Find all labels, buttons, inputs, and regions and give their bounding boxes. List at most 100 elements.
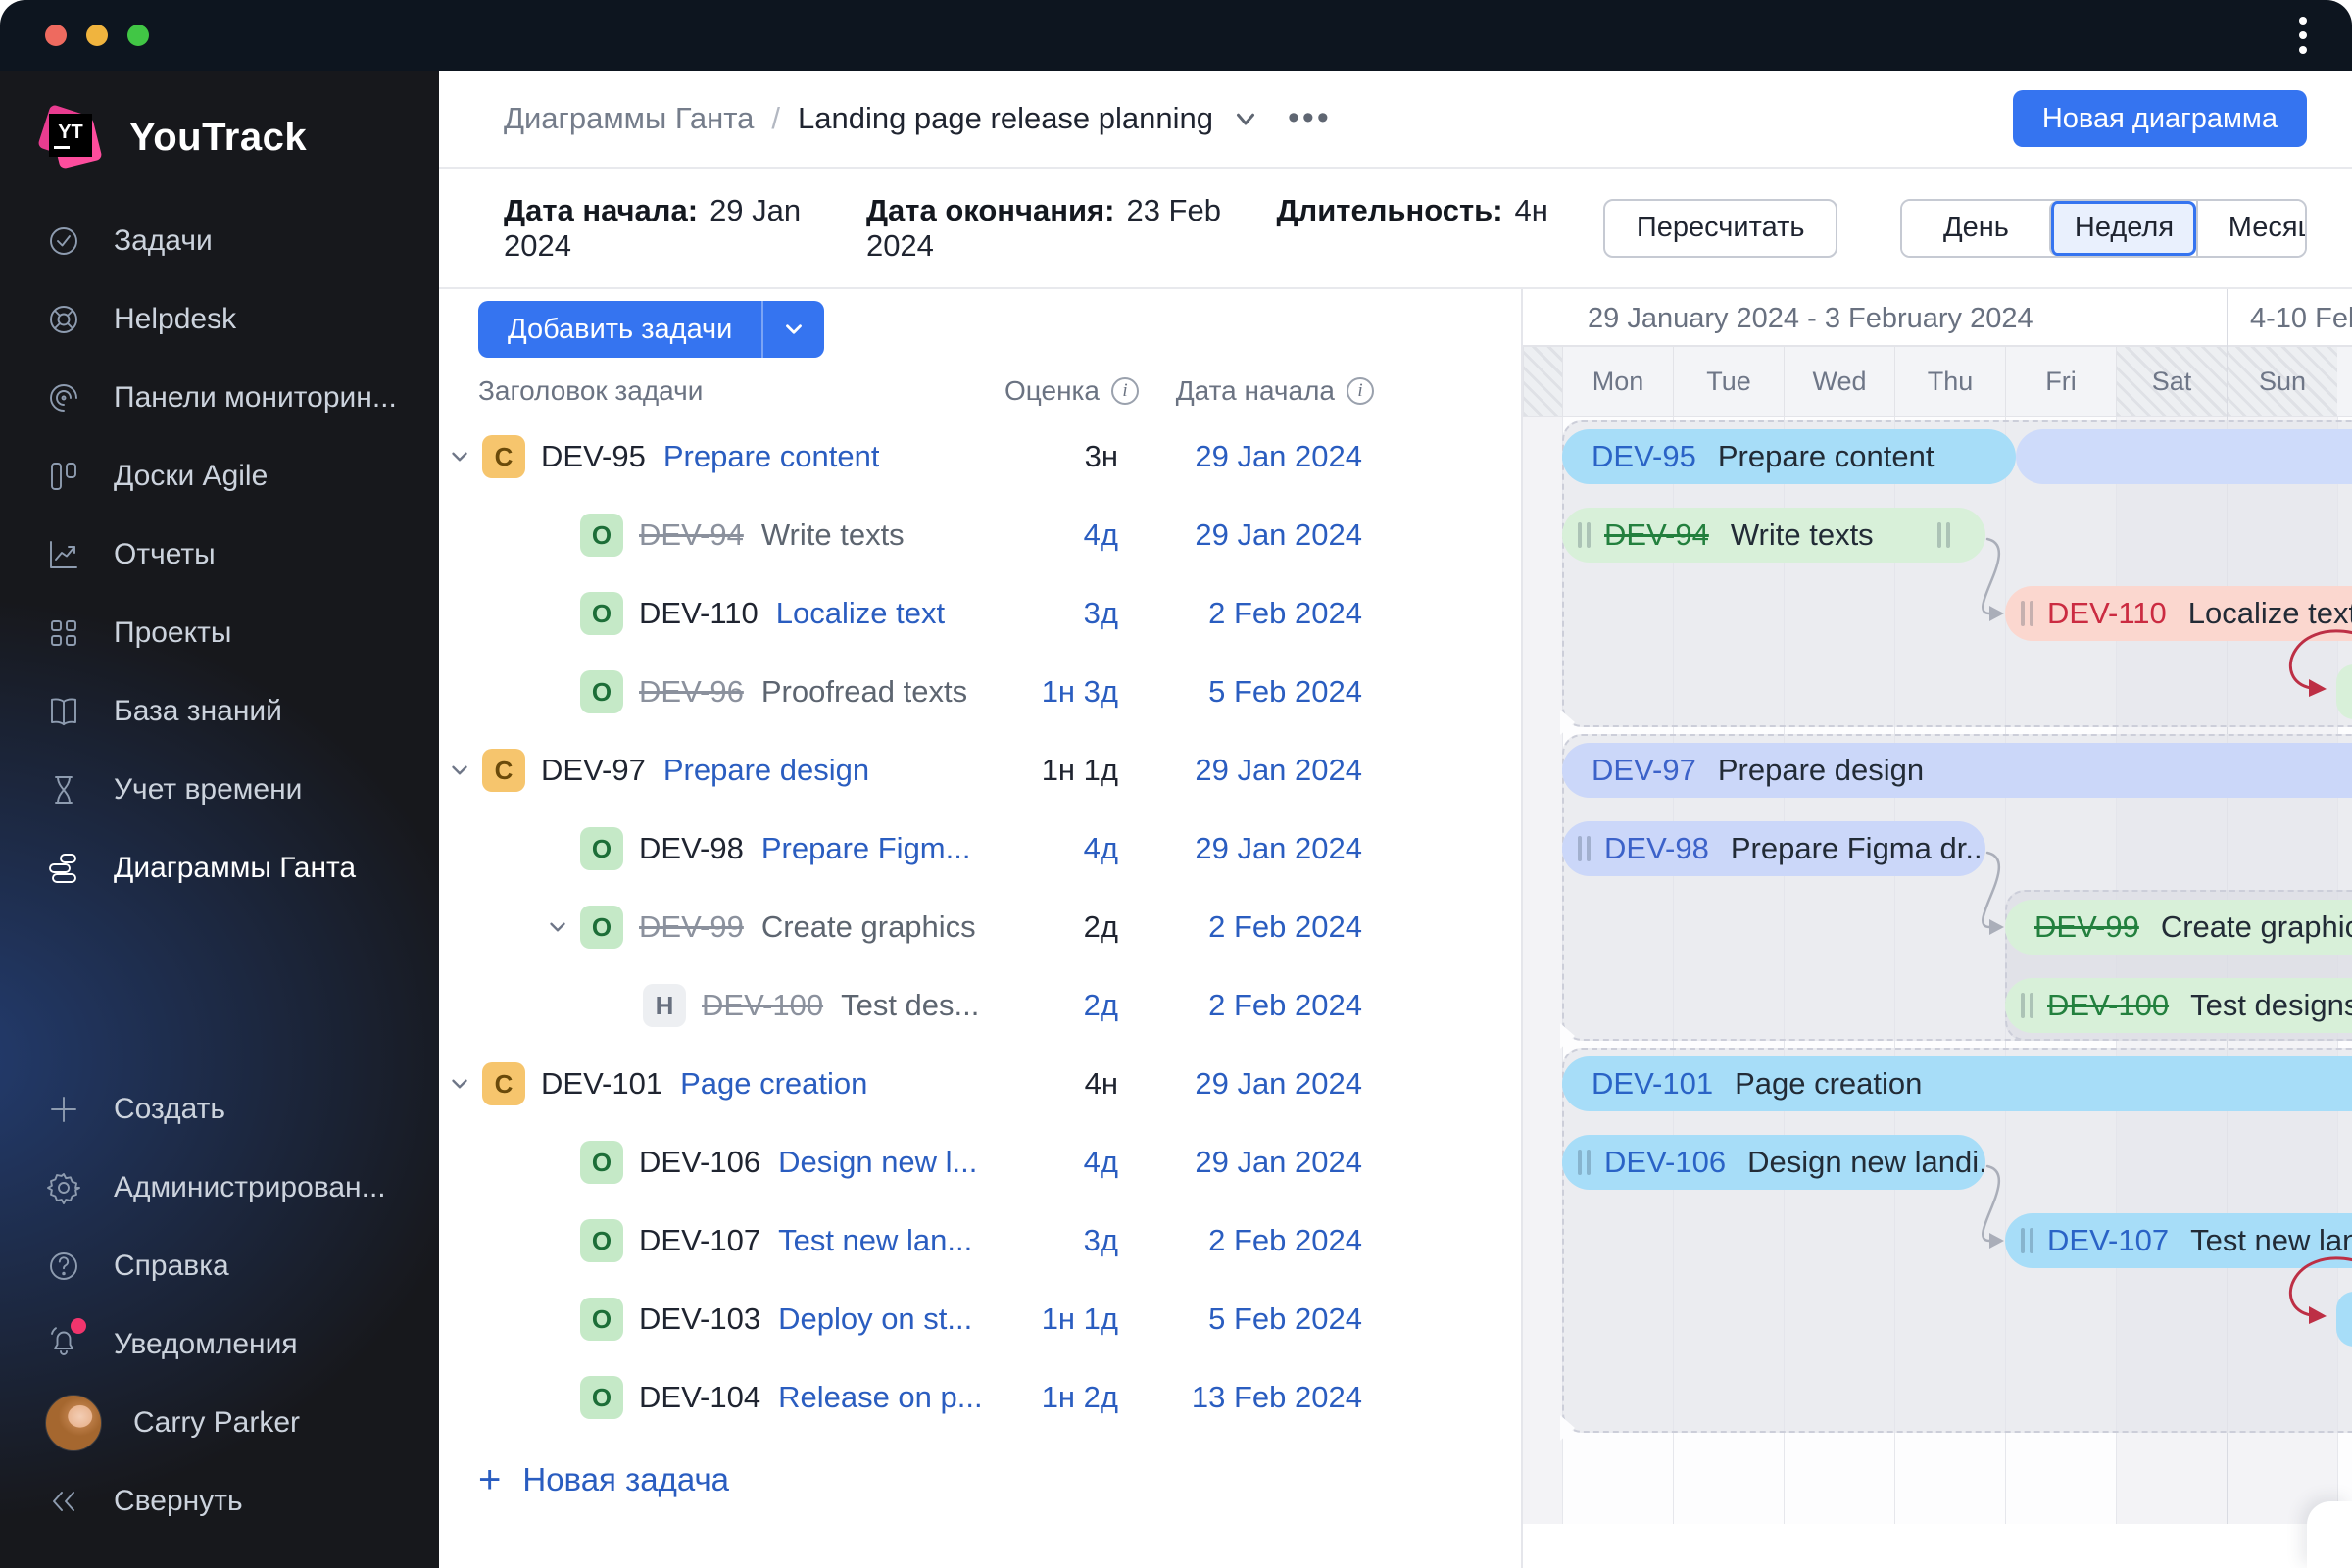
user-profile-item[interactable]: Carry Parker [0, 1384, 439, 1462]
issue-estimate[interactable]: 3д [1084, 596, 1118, 631]
sidebar-item-0[interactable]: Задачи [0, 202, 439, 280]
issue-start-date[interactable]: 2 Feb 2024 [1208, 1223, 1362, 1258]
view-switch-0[interactable]: День [1902, 200, 2050, 256]
gantt-bar-dev-106[interactable]: DEV-106 Design new landi... [1562, 1135, 1985, 1190]
close-window-button[interactable] [45, 24, 67, 46]
column-header-start-date[interactable]: Дата начала i [1176, 375, 1374, 407]
expand-chevron-icon[interactable] [447, 444, 482, 469]
more-options-icon[interactable]: ••• [1288, 102, 1332, 134]
add-tasks-button[interactable]: Добавить задачи [478, 301, 762, 358]
gantt-bar-dev-98[interactable]: DEV-98 Prepare Figma dr... [1562, 821, 1985, 876]
issue-start-date[interactable]: 2 Feb 2024 [1208, 988, 1362, 1023]
issue-title-link[interactable]: Proofread texts [761, 674, 967, 710]
issue-id[interactable]: DEV-110 [639, 596, 759, 631]
issue-start-date[interactable]: 29 Jan 2024 [1195, 1066, 1362, 1102]
chevron-down-icon[interactable] [1231, 104, 1260, 133]
sidebar-item-5[interactable]: Проекты [0, 594, 439, 672]
issue-title-link[interactable]: Localize text [776, 596, 945, 631]
new-task-button[interactable]: + Новая задача [478, 1460, 729, 1499]
issue-start-date[interactable]: 29 Jan 2024 [1195, 1145, 1362, 1180]
issue-id[interactable]: DEV-100 [702, 988, 823, 1023]
issue-title-link[interactable]: Prepare content [663, 439, 880, 474]
gantt-bar-dev-99[interactable]: DEV-99 Create graphics [2005, 900, 2352, 955]
issue-start-date[interactable]: 29 Jan 2024 [1195, 517, 1362, 553]
issue-title-link[interactable]: Design new l... [778, 1145, 977, 1180]
gantt-bar-dev-107[interactable]: DEV-107 Test new landi [2005, 1213, 2352, 1268]
issue-estimate[interactable]: 1н 1д [1042, 1301, 1118, 1337]
new-diagram-button[interactable]: Новая диаграмма [2012, 90, 2307, 147]
gantt-bar-dev-110[interactable]: DEV-110 Localize text [2005, 586, 2352, 641]
issue-type-badge[interactable]: H [643, 984, 686, 1027]
issue-estimate[interactable]: 4д [1084, 1145, 1118, 1180]
issue-type-badge[interactable]: O [580, 514, 623, 557]
issue-title-link[interactable]: Prepare Figm... [761, 831, 971, 866]
minimize-window-button[interactable] [86, 24, 108, 46]
issue-start-date[interactable]: 5 Feb 2024 [1208, 1301, 1362, 1337]
issue-estimate[interactable]: 3д [1084, 1223, 1118, 1258]
sidebar-footer-item-0[interactable]: Создать [0, 1070, 439, 1149]
youtrack-logo[interactable]: YT YouTrack [0, 96, 439, 202]
issue-start-date[interactable]: 29 Jan 2024 [1195, 753, 1362, 788]
issue-title-link[interactable]: Page creation [680, 1066, 867, 1102]
issue-start-date[interactable]: 2 Feb 2024 [1208, 909, 1362, 945]
issue-type-badge[interactable]: O [580, 1376, 623, 1419]
issue-title-link[interactable]: Write texts [761, 517, 905, 553]
issue-start-date[interactable]: 13 Feb 2024 [1192, 1380, 1362, 1415]
kebab-vertical-icon[interactable] [2293, 11, 2313, 60]
sidebar-item-8[interactable]: Диаграммы Ганта [0, 829, 439, 907]
issue-title-link[interactable]: Deploy on st... [778, 1301, 972, 1337]
bar-resize-handle[interactable] [2021, 1228, 2034, 1253]
sidebar-item-2[interactable]: Панели мониторин... [0, 359, 439, 437]
issue-type-badge[interactable]: O [580, 592, 623, 635]
issue-id[interactable]: DEV-98 [639, 831, 744, 866]
zoom-window-button[interactable] [127, 24, 149, 46]
issue-estimate[interactable]: 1н 3д [1042, 674, 1118, 710]
issue-title-link[interactable]: Create graphics [761, 909, 976, 945]
issue-estimate[interactable]: 4д [1084, 517, 1118, 553]
sidebar-item-1[interactable]: Helpdesk [0, 280, 439, 359]
sidebar-footer-item-1[interactable]: Администрирован... [0, 1149, 439, 1227]
issue-title-link[interactable]: Release on p... [778, 1380, 983, 1415]
issue-estimate[interactable]: 1н 2д [1042, 1380, 1118, 1415]
gantt-bar[interactable] [2335, 664, 2352, 719]
collapse-sidebar-button[interactable]: Свернуть [0, 1462, 439, 1541]
issue-type-badge[interactable]: O [580, 1219, 623, 1262]
bar-resize-handle[interactable] [1578, 836, 1591, 861]
column-header-title[interactable]: Заголовок задачи [478, 375, 703, 407]
issue-type-badge[interactable]: C [482, 749, 525, 792]
add-tasks-dropdown-button[interactable] [761, 301, 825, 358]
issue-start-date[interactable]: 29 Jan 2024 [1195, 831, 1362, 866]
expand-chevron-icon[interactable] [447, 1071, 482, 1097]
issue-id[interactable]: DEV-95 [541, 439, 646, 474]
issue-start-date[interactable]: 2 Feb 2024 [1208, 596, 1362, 631]
recalculate-button[interactable]: Пересчитать [1602, 198, 1838, 258]
issue-id[interactable]: DEV-99 [639, 909, 744, 945]
issue-id[interactable]: DEV-107 [639, 1223, 760, 1258]
issue-start-date[interactable]: 29 Jan 2024 [1195, 439, 1362, 474]
issue-id[interactable]: DEV-96 [639, 674, 744, 710]
gantt-bar-dev-95[interactable]: DEV-95 Prepare content [1562, 429, 2017, 484]
view-switch-2[interactable]: Месяц [2196, 200, 2306, 256]
issue-estimate[interactable]: 4д [1084, 831, 1118, 866]
bar-resize-handle[interactable] [2021, 601, 2034, 626]
issue-title-link[interactable]: Test des... [841, 988, 979, 1023]
sidebar-item-7[interactable]: Учет времени [0, 751, 439, 829]
sidebar-item-4[interactable]: Отчеты [0, 515, 439, 594]
gantt-bar-dev-97[interactable]: DEV-97 Prepare design [1562, 743, 2352, 798]
issue-type-badge[interactable]: O [580, 1141, 623, 1184]
info-icon[interactable]: i [1347, 377, 1374, 405]
gantt-bar[interactable] [2335, 1292, 2352, 1347]
sidebar-item-6[interactable]: База знаний [0, 672, 439, 751]
issue-type-badge[interactable]: O [580, 827, 623, 870]
issue-type-badge[interactable]: C [482, 435, 525, 478]
bar-resize-handle[interactable] [1578, 1150, 1591, 1175]
sidebar-footer-item-2[interactable]: Справка [0, 1227, 439, 1305]
issue-id[interactable]: DEV-103 [639, 1301, 760, 1337]
issue-estimate[interactable]: 2д [1084, 988, 1118, 1023]
breadcrumb-section[interactable]: Диаграммы Ганта [504, 101, 754, 136]
gantt-bar-dev-100[interactable]: DEV-100 Test designs [2005, 978, 2352, 1033]
page-title[interactable]: Landing page release planning [798, 101, 1213, 136]
bar-resize-handle[interactable] [1578, 522, 1591, 548]
gantt-bar-dev-101[interactable]: DEV-101 Page creation [1562, 1056, 2352, 1111]
issue-start-date[interactable]: 5 Feb 2024 [1208, 674, 1362, 710]
